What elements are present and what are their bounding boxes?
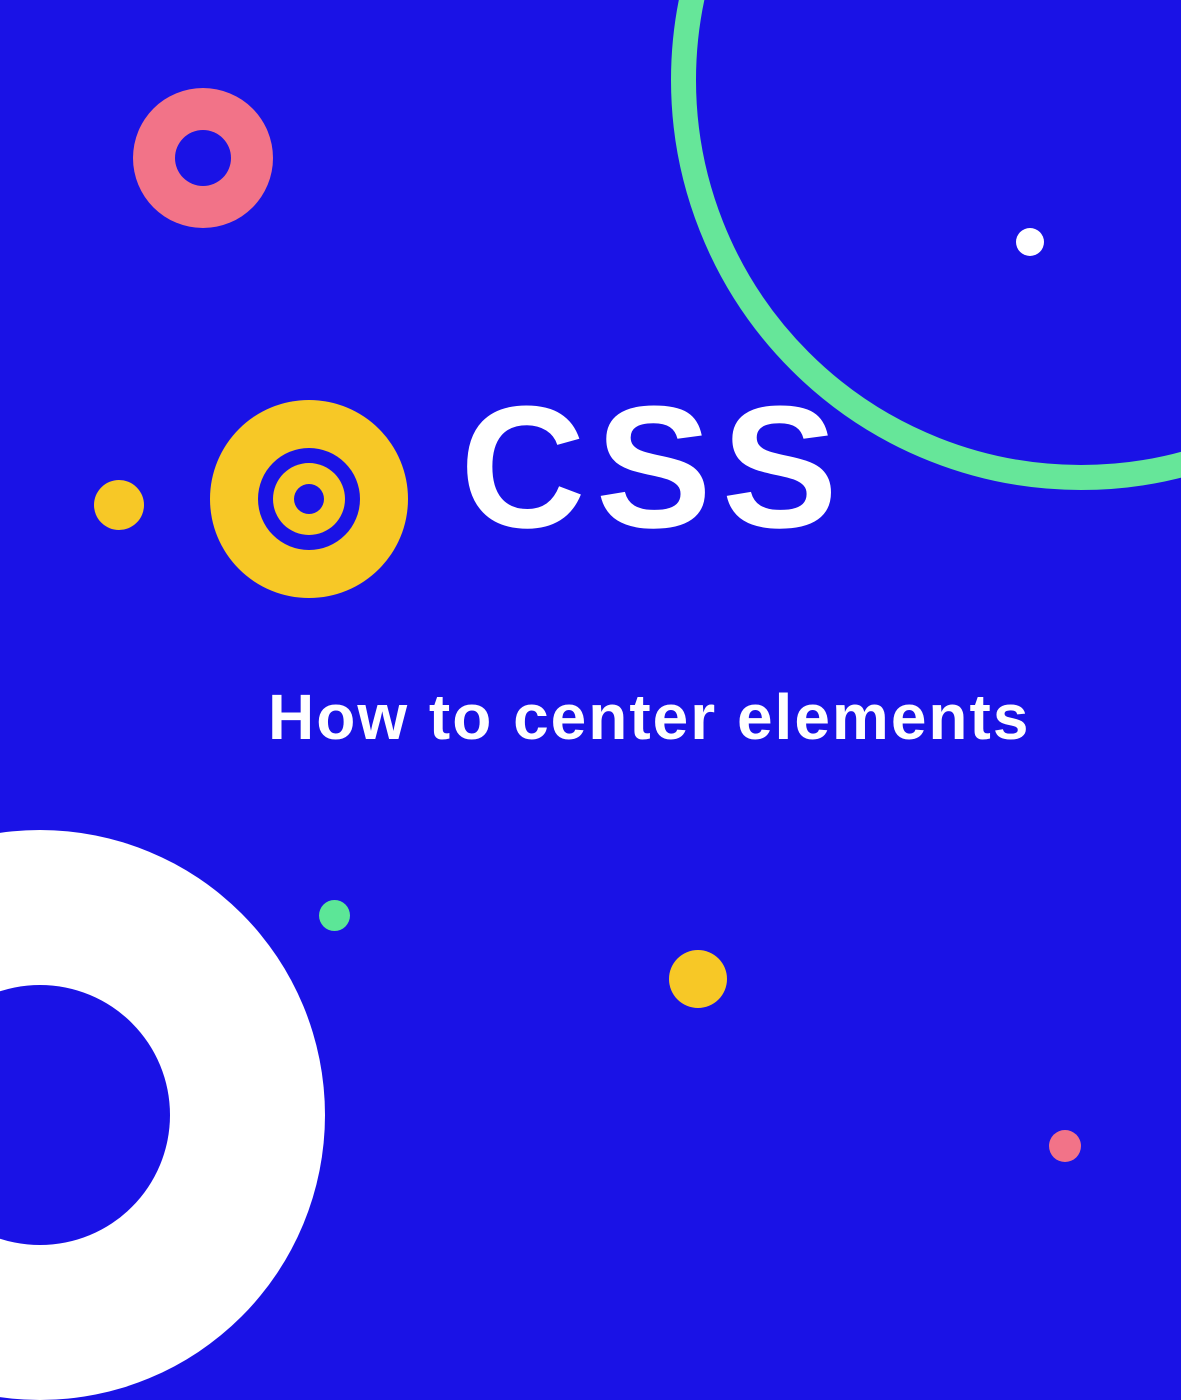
yellow-dot-mid-shape — [669, 950, 727, 1008]
pink-donut-shape — [133, 88, 273, 228]
white-donut-shape — [0, 830, 325, 1400]
page-title: CSS — [460, 380, 848, 554]
white-dot-shape — [1016, 228, 1044, 256]
pink-dot-shape — [1049, 1130, 1081, 1162]
yellow-target-shape — [210, 400, 408, 598]
yellow-dot-small-shape — [94, 480, 144, 530]
green-dot-shape — [319, 900, 350, 931]
page-subtitle: How to center elements — [268, 680, 1030, 754]
